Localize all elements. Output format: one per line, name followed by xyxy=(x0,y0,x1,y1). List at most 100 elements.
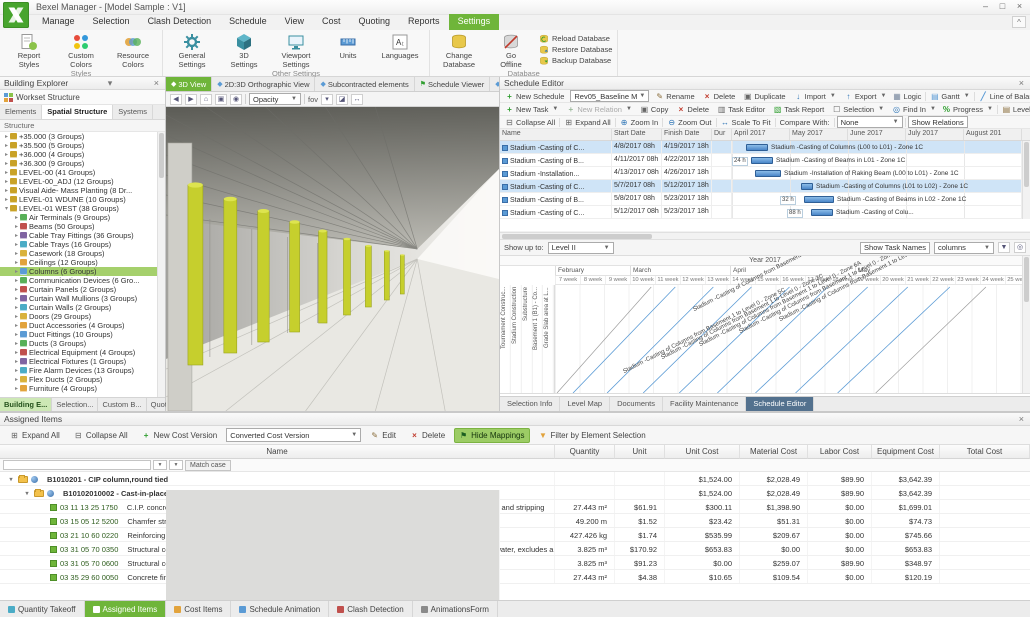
tree-expander-icon[interactable]: ▸ xyxy=(13,268,20,275)
toolbar-button-delete[interactable]: ×Delete xyxy=(674,104,711,115)
match-case-button[interactable]: Match case xyxy=(185,460,231,471)
assigned-column-unit[interactable]: Unit xyxy=(615,445,665,459)
explorer-tab-spatial-structure[interactable]: Spatial Structure xyxy=(42,105,113,119)
schedule-task-row[interactable]: Stadium -Casting of C...5/12/2017 08h5/2… xyxy=(500,206,1030,219)
grid-column-dur[interactable]: Dur xyxy=(712,129,732,140)
ribbon-button-backup-database[interactable]: Backup Database xyxy=(537,55,614,66)
tree-expander-icon[interactable]: ▸ xyxy=(13,277,20,284)
back-icon[interactable]: ◀ xyxy=(170,94,182,105)
row-expander-icon[interactable]: ▾ xyxy=(23,490,31,497)
tree-item-columns-6-groups[interactable]: ▸Columns (6 Groups) xyxy=(0,267,165,276)
lob-scrollbar[interactable] xyxy=(1022,256,1030,393)
schedule-task-row[interactable]: Stadium -Installation...4/13/2017 08h4/2… xyxy=(500,167,1030,180)
app-logo-icon[interactable] xyxy=(3,2,29,28)
menu-tab-view[interactable]: View xyxy=(276,14,313,30)
tree-expander-icon[interactable]: ▸ xyxy=(13,367,20,374)
tree-item-doors-29-groups[interactable]: ▸Doors (29 Groups) xyxy=(0,312,165,321)
schedule-task-row[interactable]: Stadium -Casting of C...5/7/2017 08h5/12… xyxy=(500,180,1030,193)
tree-item-duct-fittings-10-groups[interactable]: ▸Duct Fittings (10 Groups) xyxy=(0,330,165,339)
tree-expander-icon[interactable]: ▸ xyxy=(13,349,20,356)
tree-item-electrical-equipment-4-groups[interactable]: ▸Electrical Equipment (4 Groups) xyxy=(0,348,165,357)
app-tab-clash-detection[interactable]: Clash Detection xyxy=(329,601,412,617)
assigned-item-row[interactable]: 03 11 13 25 1750C.I.P. concrete forms, c… xyxy=(0,500,1030,514)
close-button[interactable]: × xyxy=(1011,0,1028,14)
viewport-tab-subcontracted-elements[interactable]: ◆Subcontracted elements xyxy=(315,77,414,91)
lob-plot-area[interactable]: Stadium -Casting of Columns from Basemen… xyxy=(555,285,1022,393)
schedule-grid-scrollbar[interactable] xyxy=(1022,141,1030,219)
menu-tab-quoting[interactable]: Quoting xyxy=(350,14,400,30)
ribbon-button-reload-database[interactable]: Reload Database xyxy=(537,33,614,44)
assigned-toolbar-new-cost-version[interactable]: +New Cost Version xyxy=(137,428,223,443)
workset-structure-bar[interactable]: Workset Structure xyxy=(0,90,165,105)
collapse-ribbon-button[interactable]: ^ xyxy=(1012,16,1026,28)
tree-item-furniture-4-groups[interactable]: ▸Furniture (4 Groups) xyxy=(0,384,165,393)
toolbar-button-find-in[interactable]: ◎Find In▼ xyxy=(890,104,938,115)
menu-tab-schedule[interactable]: Schedule xyxy=(220,14,276,30)
toolbar-button-new-schedule[interactable]: +New Schedule xyxy=(503,91,566,102)
explorer-tab-systems[interactable]: Systems xyxy=(113,105,153,119)
assigned-column-total-cost[interactable]: Total Cost xyxy=(940,445,1030,459)
app-tab-cost-items[interactable]: Cost Items xyxy=(166,601,231,617)
fov-settings-icon[interactable]: ▾ xyxy=(321,94,333,105)
tree-item-cable-trays-16-groups[interactable]: ▸Cable Trays (16 Groups) xyxy=(0,240,165,249)
building-explorer-close-icon[interactable]: × xyxy=(152,78,161,88)
toolbar-button-new-relation[interactable]: +New Relation▼ xyxy=(564,104,634,115)
schedule-editor-close-icon[interactable]: × xyxy=(1017,78,1026,88)
tree-item-ceilings-12-groups[interactable]: ▸Ceilings (12 Groups) xyxy=(0,258,165,267)
tree-item-36-000-4-groups[interactable]: ▸+36.000 (4 Groups) xyxy=(0,150,165,159)
schedule-task-row[interactable]: Stadium -Casting of B...4/11/2017 08h4/2… xyxy=(500,154,1030,167)
forward-icon[interactable]: ▶ xyxy=(185,94,197,105)
assigned-column-quantity[interactable]: Quantity xyxy=(555,445,615,459)
tree-expander-icon[interactable]: ▸ xyxy=(13,331,20,338)
tree-item-level-00-adj-12-groups[interactable]: ▸LEVEL-00_ADJ (12 Groups) xyxy=(0,177,165,186)
schedule-panel-tab-documents[interactable]: Documents xyxy=(610,397,663,411)
toolbar-button-duplicate[interactable]: ▣Duplicate xyxy=(741,91,787,102)
tree-expander-icon[interactable]: ▸ xyxy=(13,232,20,239)
tree-expander-icon[interactable]: ▸ xyxy=(13,358,20,365)
assigned-toolbar-expand-all[interactable]: ⊞Expand All xyxy=(5,428,65,443)
tree-expander-icon[interactable]: ▸ xyxy=(3,151,10,158)
name-filter-input[interactable] xyxy=(3,460,151,470)
tree-expander-icon[interactable]: ▸ xyxy=(3,133,10,140)
assigned-item-row[interactable]: 03 35 29 60 0050Concrete finishing, wall… xyxy=(0,570,1030,584)
camera-icon[interactable]: ◉ xyxy=(230,94,242,105)
save-view-icon[interactable]: ▣ xyxy=(215,94,227,105)
toolbar-button-gantt[interactable]: ▤Gantt▼ xyxy=(928,91,971,102)
opacity-dropdown[interactable]: Opacity▼ xyxy=(249,93,301,105)
assigned-item-row[interactable]: ▾B10102010002 - Cast-in-place concrete c… xyxy=(0,486,1030,500)
viewport-tab-2d-3d-orthographic-view[interactable]: ◆2D:3D Orthographic View xyxy=(212,77,315,91)
tree-scrollbar[interactable] xyxy=(157,132,165,397)
assigned-column-equipment-cost[interactable]: Equipment Cost xyxy=(872,445,940,459)
menu-tab-clash-detection[interactable]: Clash Detection xyxy=(139,14,221,30)
toolbar-button-selection[interactable]: ☐Selection▼ xyxy=(830,104,886,115)
tree-expander-icon[interactable]: ▸ xyxy=(13,313,20,320)
tree-item-level-00-41-groups[interactable]: ▸LEVEL-00 (41 Groups) xyxy=(0,168,165,177)
toolbar-button-new-task[interactable]: +New Task▼ xyxy=(503,104,560,115)
assigned-column-unit-cost[interactable]: Unit Cost xyxy=(665,445,740,459)
tree-item-beams-50-groups[interactable]: ▸Beams (50 Groups) xyxy=(0,222,165,231)
schedule-horizontal-scrollbar[interactable] xyxy=(500,232,1030,240)
tree-expander-icon[interactable]: ▸ xyxy=(13,259,20,266)
ribbon-button-languages[interactable]: AtLanguages xyxy=(374,31,426,61)
select-converted-cost-version[interactable]: Converted Cost Version▼ xyxy=(226,428,361,442)
row-expander-icon[interactable]: ▾ xyxy=(7,476,15,483)
explorer-bottom-tab-selection[interactable]: Selection... xyxy=(52,398,98,411)
filter-combo-icon[interactable]: ▼ xyxy=(153,460,167,470)
ribbon-button-report-styles[interactable]: ReportStyles xyxy=(3,31,55,69)
tree-item-air-terminals-9-groups[interactable]: ▸Air Terminals (9 Groups) xyxy=(0,213,165,222)
viewport-tab-3d-view[interactable]: ◆3D View xyxy=(166,77,212,91)
schedule-task-row[interactable]: Stadium -Casting of C...4/8/2017 08h4/19… xyxy=(500,141,1030,154)
tree-item-ducts-3-groups[interactable]: ▸Ducts (3 Groups) xyxy=(0,339,165,348)
tree-expander-icon[interactable]: ▸ xyxy=(3,196,10,203)
assigned-toolbar-collapse-all[interactable]: ⊟Collapse All xyxy=(69,428,133,443)
toolbar-button-logic[interactable]: ▦Logic xyxy=(890,91,923,102)
tree-item-curtain-panels-2-groups[interactable]: ▸Curtain Panels (2 Groups) xyxy=(0,285,165,294)
assigned-item-row[interactable]: ▾B1010201 - CIP column,round tied$1,524.… xyxy=(0,472,1030,486)
app-tab-quantity-takeoff[interactable]: Quantity Takeoff xyxy=(0,601,85,617)
measure-icon[interactable]: ↔ xyxy=(351,94,363,105)
explorer-tab-elements[interactable]: Elements xyxy=(0,105,42,119)
tree-item-curtain-wall-mullions-3-groups[interactable]: ▸Curtain Wall Mullions (3 Groups) xyxy=(0,294,165,303)
tree-item-communication-devices-6-gro[interactable]: ▸Communication Devices (6 Gro... xyxy=(0,276,165,285)
filter-combo2-icon[interactable]: ▼ xyxy=(169,460,183,470)
lob-search-icon[interactable]: ◎ xyxy=(1014,242,1026,253)
